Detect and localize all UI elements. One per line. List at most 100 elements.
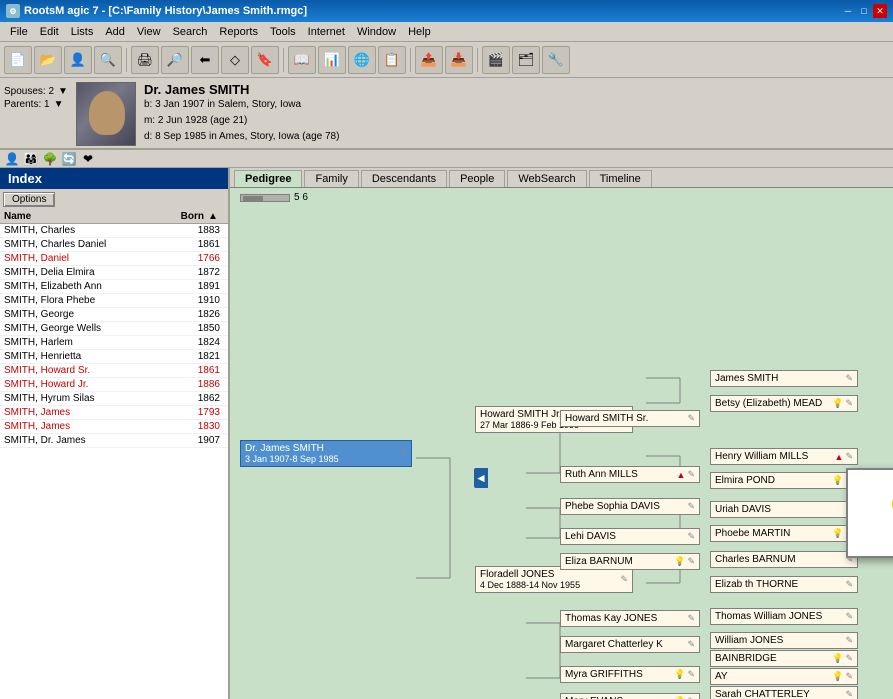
elizabeth-thorne-box[interactable]: Elizab th THORNE ✎ (710, 576, 858, 593)
mother-edit-icon[interactable]: ✎ (620, 574, 628, 585)
restore-button[interactable]: □ (857, 4, 871, 18)
menu-lists[interactable]: Lists (65, 24, 100, 40)
menu-internet[interactable]: Internet (302, 24, 351, 40)
scroll-bar[interactable] (240, 194, 290, 202)
qn-refresh-icon[interactable]: 🔄 (61, 151, 77, 167)
list-item[interactable]: SMITH, Flora Phebe1910 (0, 294, 228, 308)
elizt-edit-icon[interactable]: ✎ (845, 579, 853, 590)
menu-file[interactable]: File (4, 24, 34, 40)
uriah-box[interactable]: Uriah DAVIS ✎ (710, 501, 858, 518)
tkjones-box[interactable]: Thomas Kay JONES ✎ (560, 610, 700, 627)
toolbar-person2[interactable]: 🔍 (94, 46, 122, 74)
margaret-box[interactable]: Margaret Chatterley K ✎ (560, 636, 700, 653)
tab-family[interactable]: Family (304, 170, 358, 187)
bainbridge-edit-icon[interactable]: ✎ (845, 653, 853, 664)
phoebe-bulb-icon[interactable]: 💡 (832, 528, 843, 539)
toolbar-chart[interactable]: 📊 (318, 46, 346, 74)
williamj-edit-icon[interactable]: ✎ (845, 635, 853, 646)
menu-view[interactable]: View (131, 24, 167, 40)
toolbar-bookmark[interactable]: 🔖 (251, 46, 279, 74)
options-button[interactable]: Options (3, 192, 55, 207)
maryevans-box[interactable]: Mary EVANS 💡 ✎ (560, 693, 700, 699)
paternal-grandmother-box[interactable]: Ruth Ann MILLS ▲ ✎ (560, 466, 700, 483)
tab-people[interactable]: People (449, 170, 505, 187)
toolbar-diamond[interactable]: ◇ (221, 46, 249, 74)
qn-person-icon[interactable]: 👤 (4, 151, 20, 167)
margaret-edit-icon[interactable]: ✎ (687, 639, 695, 650)
toolbar-person[interactable]: 👤 (64, 46, 92, 74)
toolbar-scrapbook[interactable]: 🗂 (512, 46, 540, 74)
william-jones-box[interactable]: William JONES ✎ (710, 632, 858, 649)
toolbar-media[interactable]: 🎬 (482, 46, 510, 74)
toolbar-new[interactable]: 📄 (4, 46, 32, 74)
eliza-edit-icon[interactable]: ✎ (687, 556, 695, 567)
toolbar-book[interactable]: 📖 (288, 46, 316, 74)
eliza-bulb-icon[interactable]: 💡 (674, 556, 685, 567)
toolbar-globe[interactable]: 🌐 (348, 46, 376, 74)
patgf-edit-icon[interactable]: ✎ (687, 413, 695, 424)
elmira-bulb-icon[interactable]: 💡 (832, 475, 843, 486)
myra-box[interactable]: Myra GRIFFITHS 💡 ✎ (560, 666, 700, 683)
tab-websearch[interactable]: WebSearch (507, 170, 586, 187)
tab-pedigree[interactable]: Pedigree (234, 170, 302, 187)
js-gg-edit-icon[interactable]: ✎ (845, 373, 853, 384)
list-item[interactable]: SMITH, Hyrum Silas1862 (0, 392, 228, 406)
list-item[interactable]: SMITH, Howard Jr.1886 (0, 378, 228, 392)
lehi-box[interactable]: Lehi DAVIS ✎ (560, 528, 700, 545)
list-item[interactable]: SMITH, James1793 (0, 406, 228, 420)
twjones-box[interactable]: Thomas William JONES ✎ (710, 608, 858, 625)
list-item[interactable]: SMITH, James1830 (0, 420, 228, 434)
list-item[interactable]: SMITH, Henrietta1821 (0, 350, 228, 364)
menu-help[interactable]: Help (402, 24, 437, 40)
bainbridge-box[interactable]: BAINBRIDGE 💡 ✎ (710, 650, 858, 667)
betsy-box[interactable]: Betsy (Elizabeth) MEAD 💡 ✎ (710, 395, 858, 412)
subject-box[interactable]: Dr. James SMITH 3 Jan 1907-8 Sep 1985 ✎ (240, 440, 412, 467)
scroll-up-btn[interactable]: ▲ (208, 211, 224, 222)
menu-add[interactable]: Add (99, 24, 131, 40)
sarah-edit-icon[interactable]: ✎ (845, 689, 853, 699)
qn-tree-icon[interactable]: 🌳 (42, 151, 58, 167)
list-item[interactable]: SMITH, Elizabeth Ann1891 (0, 280, 228, 294)
tab-timeline[interactable]: Timeline (589, 170, 652, 187)
list-item[interactable]: SMITH, George Wells1850 (0, 322, 228, 336)
myra-bulb-icon[interactable]: 💡 (674, 669, 685, 680)
bainbridge-bulb-icon[interactable]: 💡 (832, 653, 843, 664)
paternal-grandfather-box[interactable]: Howard SMITH Sr. ✎ (560, 410, 700, 427)
qn-heart-icon[interactable]: ❤ (80, 151, 96, 167)
menu-window[interactable]: Window (351, 24, 402, 40)
menu-tools[interactable]: Tools (264, 24, 302, 40)
henry-box[interactable]: Henry William MILLS ▲ ✎ (710, 448, 858, 465)
toolbar-import[interactable]: 📥 (445, 46, 473, 74)
list-item[interactable]: SMITH, Dr. James1907 (0, 434, 228, 448)
phoebe-box[interactable]: Phoebe MARTIN 💡 ✎ (710, 525, 858, 542)
list-item[interactable]: SMITH, Charles1883 (0, 224, 228, 238)
qn-family-icon[interactable]: 👨‍👩‍👧 (23, 151, 39, 167)
toolbar-print[interactable]: 🖨 (131, 46, 159, 74)
betsy-edit-icon[interactable]: ✎ (845, 398, 853, 409)
toolbar-search[interactable]: 🔎 (161, 46, 189, 74)
toolbar-export[interactable]: 📤 (415, 46, 443, 74)
myra-edit-icon[interactable]: ✎ (687, 669, 695, 680)
twjones-edit-icon[interactable]: ✎ (845, 611, 853, 622)
mother-box[interactable]: Floradell JONES 4 Dec 1888-14 Nov 1955 ✎ (475, 566, 633, 593)
patgm-warning-icon[interactable]: ▲ (677, 470, 686, 480)
henry-warning-icon[interactable]: ▲ (835, 452, 844, 462)
subject-edit-icon[interactable]: ✎ (399, 448, 407, 459)
sarah-box[interactable]: Sarah CHATTERLEY ✎ (710, 686, 858, 699)
toolbar-nav[interactable]: ⬅ (191, 46, 219, 74)
list-item[interactable]: SMITH, Charles Daniel1861 (0, 238, 228, 252)
eliza-box[interactable]: Eliza BARNUM 💡 ✎ (560, 553, 700, 570)
menu-reports[interactable]: Reports (213, 24, 264, 40)
list-item[interactable]: SMITH, George1826 (0, 308, 228, 322)
charles-barnum-box[interactable]: Charles BARNUM ✎ (710, 551, 858, 568)
menu-search[interactable]: Search (167, 24, 214, 40)
toolbar-tools2[interactable]: 🔧 (542, 46, 570, 74)
sidebar-list[interactable]: SMITH, Charles1883SMITH, Charles Daniel1… (0, 224, 228, 699)
list-item[interactable]: SMITH, Harlem1824 (0, 336, 228, 350)
spouses-dropdown-icon[interactable]: ▼ (58, 86, 68, 97)
menu-edit[interactable]: Edit (34, 24, 65, 40)
list-item[interactable]: SMITH, Delia Elmira1872 (0, 266, 228, 280)
list-item[interactable]: SMITH, Howard Sr.1861 (0, 364, 228, 378)
tab-descendants[interactable]: Descendants (361, 170, 447, 187)
fm-edit-icon[interactable]: ✎ (687, 501, 695, 512)
